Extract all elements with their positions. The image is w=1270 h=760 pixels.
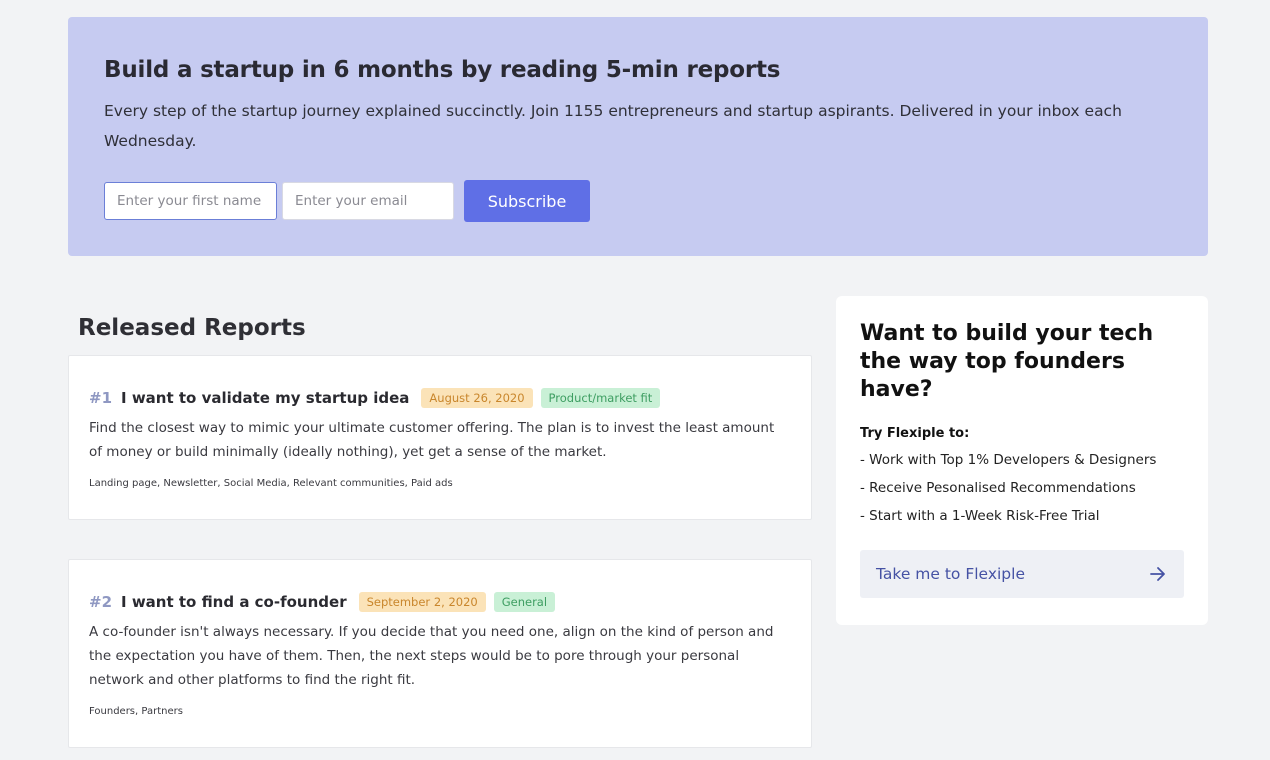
promo-benefit-item: - Receive Pesonalised Recommendations bbox=[860, 480, 1136, 496]
report-description: Find the closest way to mimic your ultim… bbox=[89, 420, 775, 460]
report-date-badge: September 2, 2020 bbox=[358, 592, 486, 612]
flexiple-promo-card: Want to build your tech the way top foun… bbox=[836, 296, 1208, 625]
promo-benefit-item: - Work with Top 1% Developers & Designer… bbox=[860, 452, 1157, 468]
released-reports-heading: Released Reports bbox=[78, 315, 306, 341]
report-title[interactable]: I want to validate my startup idea bbox=[121, 389, 409, 407]
report-card[interactable]: #2 I want to find a co-founder September… bbox=[68, 559, 812, 748]
first-name-input[interactable] bbox=[104, 182, 277, 220]
report-description: A co-founder isn't always necessary. If … bbox=[89, 624, 774, 688]
promo-benefit-item: - Start with a 1-Week Risk-Free Trial bbox=[860, 508, 1100, 524]
hero-title: Build a startup in 6 months by reading 5… bbox=[104, 57, 781, 83]
take-me-to-flexiple-button[interactable]: Take me to Flexiple bbox=[860, 550, 1184, 598]
report-tags: Landing page, Newsletter, Social Media, … bbox=[89, 478, 453, 489]
promo-subtitle: Try Flexiple to: bbox=[860, 426, 970, 441]
report-tags: Founders, Partners bbox=[89, 706, 183, 717]
report-date-badge: August 26, 2020 bbox=[421, 388, 533, 408]
report-number: #1 bbox=[89, 389, 113, 407]
promo-title: Want to build your tech the way top foun… bbox=[860, 321, 1154, 402]
subscribe-form: Subscribe bbox=[104, 180, 1172, 222]
report-category-badge: Product/market fit bbox=[540, 388, 661, 408]
report-number: #2 bbox=[89, 593, 113, 611]
cta-label: Take me to Flexiple bbox=[876, 565, 1025, 583]
subscribe-button[interactable]: Subscribe bbox=[464, 180, 590, 222]
report-header: #1 I want to validate my startup idea Au… bbox=[89, 386, 791, 410]
arrow-right-icon bbox=[1150, 567, 1165, 581]
email-input[interactable] bbox=[282, 182, 454, 220]
report-card[interactable]: #1 I want to validate my startup idea Au… bbox=[68, 355, 812, 520]
report-category-badge: General bbox=[493, 592, 556, 612]
report-title[interactable]: I want to find a co-founder bbox=[121, 593, 347, 611]
newsletter-hero: Build a startup in 6 months by reading 5… bbox=[68, 17, 1208, 256]
promo-benefits-list: - Work with Top 1% Developers & Designer… bbox=[860, 446, 1184, 530]
report-header: #2 I want to find a co-founder September… bbox=[89, 590, 791, 614]
hero-description: Every step of the startup journey explai… bbox=[104, 102, 1122, 150]
